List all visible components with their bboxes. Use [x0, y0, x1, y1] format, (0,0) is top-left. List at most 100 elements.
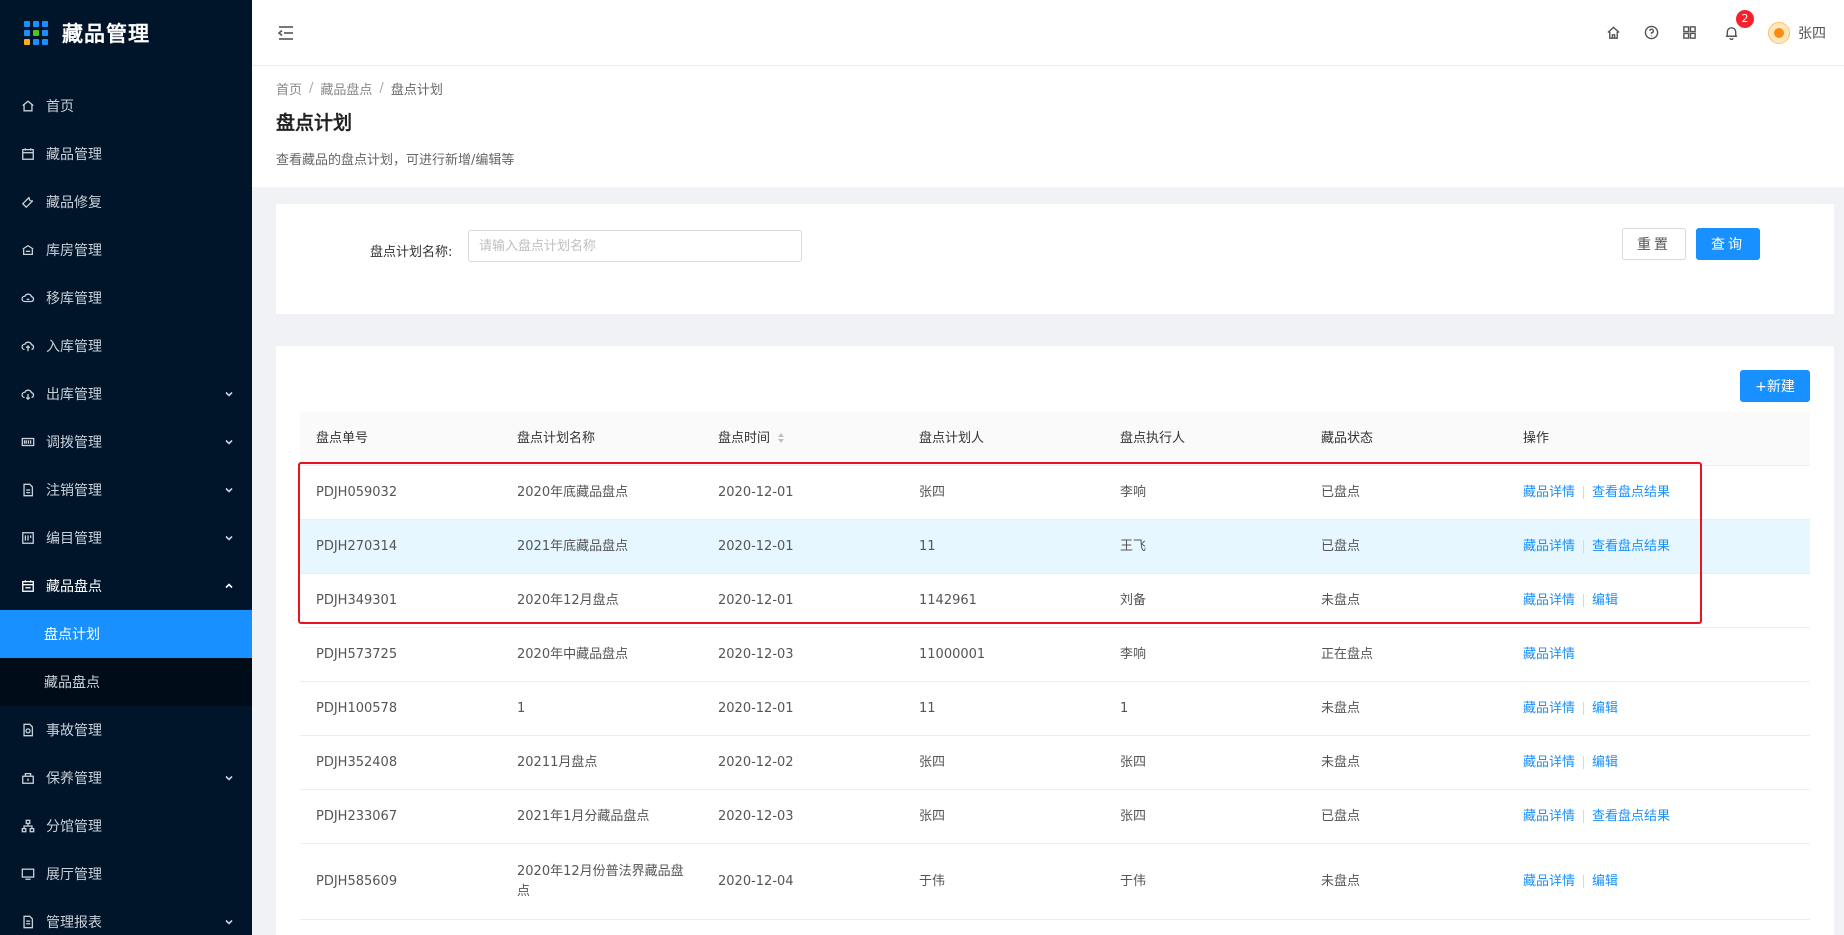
- detail-link[interactable]: 藏品详情: [1523, 753, 1575, 773]
- sidebar-item-5[interactable]: 入库管理: [0, 322, 252, 370]
- query-button[interactable]: 查询: [1696, 228, 1760, 260]
- detail-link[interactable]: 藏品详情: [1523, 537, 1575, 557]
- sidebar-item-6[interactable]: 出库管理: [0, 370, 252, 418]
- sidebar-item-label: 首页: [46, 99, 74, 115]
- cell-id: PDJH059032: [300, 483, 501, 503]
- sidebar-item-15[interactable]: 管理报表: [0, 898, 252, 935]
- cell-planner-text: 11: [919, 538, 936, 554]
- view-result-link[interactable]: 查看盘点结果: [1592, 807, 1670, 827]
- cell-planner: 张四: [903, 483, 1104, 503]
- sidebar-item-label: 入库管理: [46, 339, 102, 355]
- submenu-item-0[interactable]: 盘点计划: [0, 610, 252, 658]
- user-menu[interactable]: 张四: [1768, 21, 1826, 44]
- detail-link[interactable]: 藏品详情: [1523, 483, 1575, 503]
- app-title: 藏品管理: [62, 22, 150, 46]
- reset-button[interactable]: 重置: [1622, 228, 1686, 260]
- edit-link[interactable]: 编辑: [1592, 753, 1618, 773]
- new-plan-button[interactable]: +新建: [1740, 370, 1810, 402]
- file-icon: [20, 482, 36, 498]
- calendar-icon: [20, 146, 36, 162]
- cell-date: 2020-12-01: [702, 483, 903, 503]
- cell-status: 已盘点: [1305, 483, 1507, 503]
- sidebar-menu: 首页藏品管理 藏品修复 库房管理 移库管理入库管理出库管理 调拨管理 注销管理 编目管理藏品…: [0, 82, 252, 935]
- cell-executor-text: 张四: [1120, 808, 1147, 824]
- cell-status-text: 已盘点: [1321, 538, 1361, 554]
- sidebar-item-9[interactable]: 编目管理: [0, 514, 252, 562]
- sidebar-item-14[interactable]: 展厅管理: [0, 850, 252, 898]
- sidebar-item-4[interactable]: 移库管理: [0, 274, 252, 322]
- cell-planner-text: 11: [919, 700, 936, 716]
- cell-id: PDJH270314: [300, 537, 501, 557]
- cell-status: 已盘点: [1305, 537, 1507, 557]
- sort-icon[interactable]: [778, 433, 785, 443]
- sidebar-item-10[interactable]: 藏品盘点: [0, 562, 252, 610]
- cell-plan-name: 2020年12月份普法界藏品盘点: [501, 862, 702, 902]
- sidebar-item-1[interactable]: 藏品管理: [0, 130, 252, 178]
- detail-link[interactable]: 藏品详情: [1523, 807, 1575, 827]
- sidebar-item-label: 藏品盘点: [46, 579, 102, 595]
- plan-name-label: 盘点计划名称:: [370, 245, 453, 260]
- edit-link[interactable]: 编辑: [1592, 872, 1618, 892]
- view-result-link[interactable]: 查看盘点结果: [1592, 537, 1670, 557]
- action-divider: [1583, 540, 1585, 553]
- brand[interactable]: 藏品管理: [0, 0, 252, 66]
- plan-name-search-input[interactable]: [468, 230, 802, 262]
- cell-status-text: 未盘点: [1321, 592, 1361, 608]
- sidebar-item-label: 事故管理: [46, 723, 102, 739]
- cell-executor: 王飞: [1104, 537, 1305, 557]
- cell-actions: 藏品详情 查看盘点结果: [1507, 483, 1810, 503]
- sidebar-item-12[interactable]: 保养管理: [0, 754, 252, 802]
- cell-executor: 张四: [1104, 807, 1305, 827]
- notification-bell-icon[interactable]: 2: [1722, 9, 1754, 42]
- cell-date-text: 2020-12-03: [718, 646, 794, 662]
- cell-date: 2020-12-03: [702, 807, 903, 827]
- cell-actions: 藏品详情 编辑: [1507, 699, 1810, 719]
- cell-planner: 11: [903, 537, 1104, 557]
- action-divider: [1583, 875, 1585, 888]
- edit-link[interactable]: 编辑: [1592, 591, 1618, 611]
- cell-plan-name-text: 2021年1月分藏品盘点: [517, 808, 650, 824]
- cell-executor-text: 于伟: [1120, 873, 1147, 889]
- detail-link[interactable]: 藏品详情: [1523, 872, 1575, 892]
- detail-link[interactable]: 藏品详情: [1523, 645, 1575, 665]
- breadcrumb-inventory[interactable]: 藏品盘点: [320, 79, 372, 98]
- cell-planner: 11000001: [903, 645, 1104, 665]
- sidebar-item-3[interactable]: 库房管理: [0, 226, 252, 274]
- chevron-down-icon: [224, 533, 234, 543]
- cell-plan-name-text: 2020年中藏品盘点: [517, 646, 629, 662]
- action-divider: [1583, 756, 1585, 769]
- submenu-item-1[interactable]: 藏品盘点: [0, 658, 252, 706]
- cell-executor: 刘备: [1104, 591, 1305, 611]
- breadcrumb-home[interactable]: 首页: [276, 79, 302, 98]
- cell-plan-name: 2020年底藏品盘点: [501, 483, 702, 503]
- cell-planner: 11: [903, 699, 1104, 719]
- breadcrumb-separator: /: [309, 81, 314, 96]
- collapse-menu-icon[interactable]: [276, 23, 296, 43]
- home-icon[interactable]: [1604, 24, 1622, 42]
- cell-date-text: 2020-12-01: [718, 484, 794, 500]
- chevron-down-icon: [224, 917, 234, 927]
- column-header-date[interactable]: 盘点时间: [702, 429, 903, 449]
- sidebar-item-8[interactable]: 注销管理: [0, 466, 252, 514]
- sidebar-item-11[interactable]: 事故管理: [0, 706, 252, 754]
- wrench-icon: [20, 194, 36, 210]
- cell-id: PDJH349301: [300, 591, 501, 611]
- edit-link[interactable]: 编辑: [1592, 699, 1618, 719]
- catalog-icon: [20, 530, 36, 546]
- notification-badge: 2: [1736, 9, 1754, 28]
- detail-link[interactable]: 藏品详情: [1523, 699, 1575, 719]
- sidebar-item-13[interactable]: 分馆管理: [0, 802, 252, 850]
- action-group: 藏品详情 查看盘点结果: [1523, 483, 1810, 503]
- cell-id-text: PDJH059032: [316, 484, 398, 500]
- detail-link[interactable]: 藏品详情: [1523, 591, 1575, 611]
- apps-grid-icon[interactable]: [1680, 24, 1698, 42]
- help-icon[interactable]: [1642, 24, 1660, 42]
- cell-executor: 张四: [1104, 753, 1305, 773]
- table-header-row: 盘点单号 盘点计划名称 盘点时间 盘点计划人 盘点执行人 藏品状态 操作: [300, 412, 1810, 466]
- maintenance-icon: [20, 770, 36, 786]
- sidebar-item-2[interactable]: 藏品修复: [0, 178, 252, 226]
- sidebar-item-0[interactable]: 首页: [0, 82, 252, 130]
- view-result-link[interactable]: 查看盘点结果: [1592, 483, 1670, 503]
- app-grid-icon: [24, 21, 48, 45]
- sidebar-item-7[interactable]: 调拨管理: [0, 418, 252, 466]
